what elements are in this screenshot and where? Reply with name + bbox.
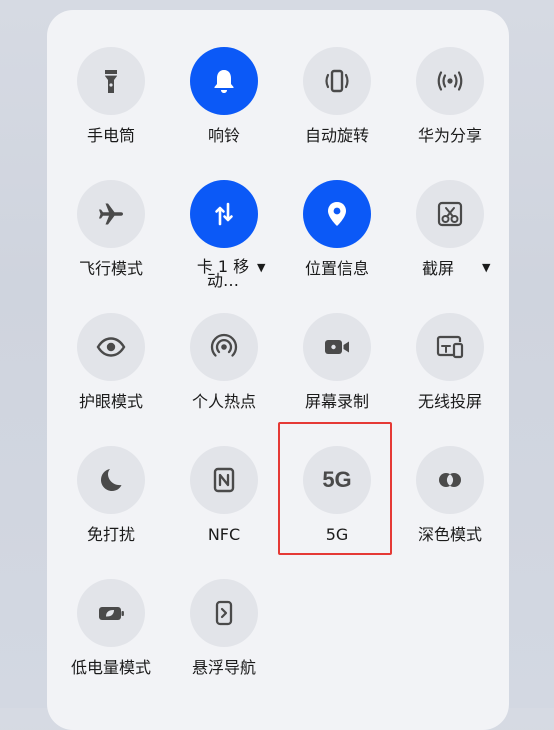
hotspot-toggle[interactable] <box>190 313 258 381</box>
mobile-data-label: 卡 1 移 动… <box>196 257 250 290</box>
nfc-icon <box>213 467 235 493</box>
tile-hotspot[interactable]: 个人热点 <box>169 313 279 433</box>
tile-floating-nav[interactable]: 悬浮导航 <box>169 579 279 699</box>
mobile-data-dropdown-icon[interactable]: ▼ <box>257 261 265 274</box>
location-toggle[interactable] <box>303 180 371 248</box>
tile-nfc[interactable]: NFC <box>169 446 279 566</box>
floating-nav-icon <box>215 600 233 626</box>
moon-icon <box>101 469 122 491</box>
power-saving-label: 低电量模式 <box>70 658 151 677</box>
5g-highlight-box <box>278 422 392 555</box>
location-label: 位置信息 <box>304 259 369 278</box>
screenshot-scissors-icon <box>437 201 463 227</box>
nfc-toggle[interactable] <box>190 446 258 514</box>
tile-screen-record[interactable]: 屏幕录制 <box>282 313 392 433</box>
data-transfer-icon <box>215 202 233 226</box>
screen-record-toggle[interactable] <box>303 313 371 381</box>
battery-leaf-icon <box>99 607 124 620</box>
share-signal-icon <box>437 71 463 91</box>
tile-flashlight[interactable]: 手电筒 <box>56 47 166 167</box>
autorotate-label: 自动旋转 <box>304 126 369 145</box>
eye-comfort-toggle[interactable] <box>77 313 145 381</box>
dark-mode-icon <box>439 473 461 487</box>
airplane-label: 飞行模式 <box>78 259 143 278</box>
tile-mobile-data[interactable]: 卡 1 移 动… ▼ <box>169 180 279 300</box>
nfc-label: NFC <box>207 525 241 544</box>
eye-comfort-label: 护眼模式 <box>78 392 143 411</box>
mobile-data-toggle[interactable] <box>190 180 258 248</box>
tile-ring[interactable]: 响铃 <box>169 47 279 167</box>
dnd-label: 免打扰 <box>86 525 135 544</box>
video-camera-icon <box>325 340 349 354</box>
tile-wireless-projection[interactable]: 无线投屏 <box>395 313 505 433</box>
projection-icon <box>436 335 464 359</box>
flashlight-toggle[interactable] <box>77 47 145 115</box>
huawei-share-toggle[interactable] <box>416 47 484 115</box>
tile-dnd[interactable]: 免打扰 <box>56 446 166 566</box>
wireless-projection-toggle[interactable] <box>416 313 484 381</box>
rotate-phone-icon <box>325 69 349 93</box>
flashlight-icon <box>105 70 117 93</box>
hotspot-icon <box>210 333 238 357</box>
dark-mode-toggle[interactable] <box>416 446 484 514</box>
tile-power-saving[interactable]: 低电量模式 <box>56 579 166 699</box>
tile-dark-mode[interactable]: 深色模式 <box>395 446 505 566</box>
power-saving-toggle[interactable] <box>77 579 145 647</box>
tile-screenshot[interactable]: 截屏 ▼ <box>395 180 505 300</box>
tile-huawei-share[interactable]: 华为分享 <box>395 47 505 167</box>
dnd-toggle[interactable] <box>77 446 145 514</box>
bell-icon <box>214 70 234 93</box>
screenshot-toggle[interactable] <box>416 180 484 248</box>
screen-record-label: 屏幕录制 <box>304 392 369 411</box>
flashlight-label: 手电筒 <box>86 126 135 145</box>
airplane-icon <box>99 203 123 225</box>
tile-airplane[interactable]: 飞行模式 <box>56 180 166 300</box>
ring-toggle[interactable] <box>190 47 258 115</box>
autorotate-toggle[interactable] <box>303 47 371 115</box>
ring-label: 响铃 <box>207 126 240 145</box>
hotspot-label: 个人热点 <box>191 392 256 411</box>
screenshot-label: 截屏 <box>421 259 454 278</box>
dark-mode-label: 深色模式 <box>417 525 482 544</box>
screenshot-dropdown-icon[interactable]: ▼ <box>482 261 490 274</box>
eye-icon <box>96 337 126 357</box>
location-pin-icon <box>328 202 346 226</box>
wireless-projection-label: 无线投屏 <box>417 392 482 411</box>
tile-eye-comfort[interactable]: 护眼模式 <box>56 313 166 433</box>
airplane-toggle[interactable] <box>77 180 145 248</box>
tile-location[interactable]: 位置信息 <box>282 180 392 300</box>
huawei-share-label: 华为分享 <box>417 126 482 145</box>
floating-nav-toggle[interactable] <box>190 579 258 647</box>
tile-autorotate[interactable]: 自动旋转 <box>282 47 392 167</box>
floating-nav-label: 悬浮导航 <box>191 658 256 677</box>
